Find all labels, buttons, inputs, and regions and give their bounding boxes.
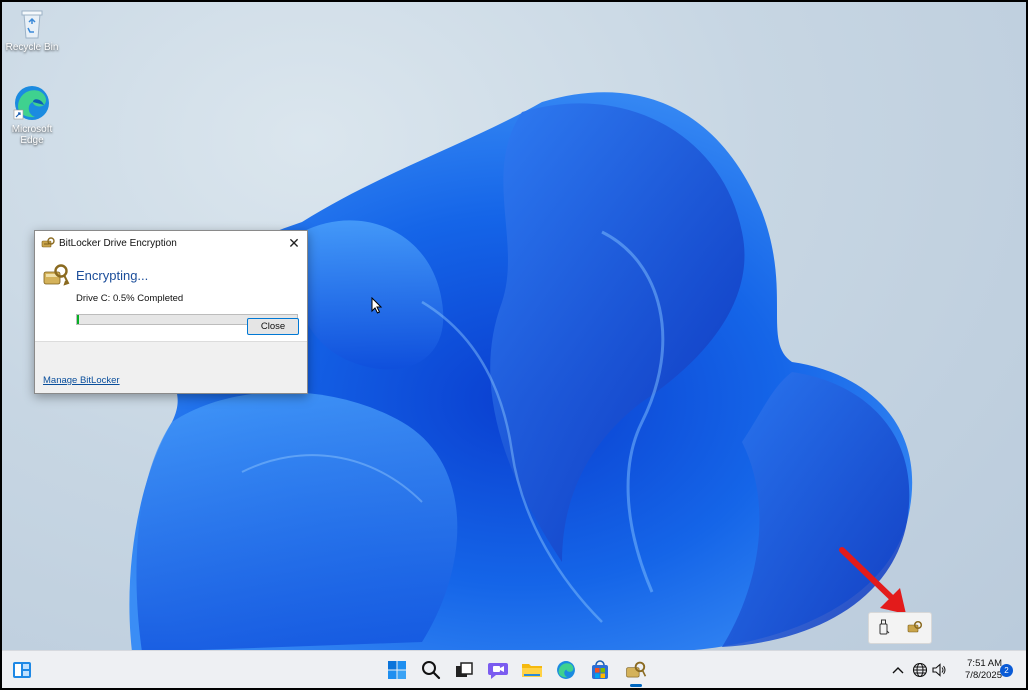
widgets-icon[interactable] <box>10 658 34 682</box>
chat-icon[interactable] <box>486 658 510 682</box>
volume-icon[interactable] <box>927 658 951 682</box>
tray-overflow-popup <box>868 612 932 644</box>
bitlocker-large-icon <box>43 264 70 286</box>
desktop-icon-recycle-bin[interactable]: Recycle Bin <box>2 8 64 53</box>
encrypting-heading: Encrypting... <box>76 267 149 283</box>
active-app-indicator <box>630 684 642 687</box>
desktop-icon-label: Microsoft Edge <box>11 124 53 146</box>
desktop: Recycle Bin Microsoft Edge BitLocker Dri… <box>2 2 1026 688</box>
recycle-bin-icon <box>21 10 43 39</box>
desktop-icon-label: Recycle Bin <box>5 42 59 53</box>
store-icon[interactable] <box>588 658 612 682</box>
file-explorer-icon[interactable] <box>520 658 544 682</box>
edge-icon <box>13 86 49 120</box>
window-footer: Close Manage BitLocker <box>35 318 307 393</box>
annotation-arrow <box>839 547 906 614</box>
bitlocker-window: BitLocker Drive Encryption ✕ Encrypting.… <box>34 230 308 394</box>
start-icon[interactable] <box>385 658 409 682</box>
bitlocker-taskbar-icon[interactable] <box>624 658 648 682</box>
encryption-status: Drive C: 0.5% Completed <box>76 293 184 304</box>
encrypting-header: Encrypting... <box>42 263 148 287</box>
chevron-up-icon[interactable] <box>886 658 910 682</box>
progress-fill <box>77 315 79 324</box>
taskbar-clock[interactable]: 7:51 AM 7/8/2025 <box>952 658 1002 682</box>
bitlocker-icon <box>41 237 55 249</box>
edge-icon[interactable] <box>554 658 578 682</box>
clock-date: 7/8/2025 <box>965 670 1002 681</box>
taskbar: 7:51 AM 7/8/2025 2 <box>2 650 1026 688</box>
manage-bitlocker-link[interactable]: Manage BitLocker <box>43 375 120 386</box>
window-title: BitLocker Drive Encryption <box>59 237 177 249</box>
mouse-cursor <box>371 297 383 314</box>
clock-time: 7:51 AM <box>967 658 1002 669</box>
usb-drive-icon[interactable] <box>878 619 890 638</box>
notification-badge[interactable]: 2 <box>1000 664 1013 677</box>
search-icon[interactable] <box>419 658 443 682</box>
close-button[interactable]: Close <box>247 318 299 335</box>
task-view-icon[interactable] <box>452 658 476 682</box>
title-bar[interactable]: BitLocker Drive Encryption <box>35 231 307 255</box>
desktop-icon-edge[interactable]: Microsoft Edge <box>2 84 64 146</box>
close-icon[interactable]: ✕ <box>285 234 303 252</box>
bitlocker-tray-icon[interactable] <box>907 620 923 637</box>
